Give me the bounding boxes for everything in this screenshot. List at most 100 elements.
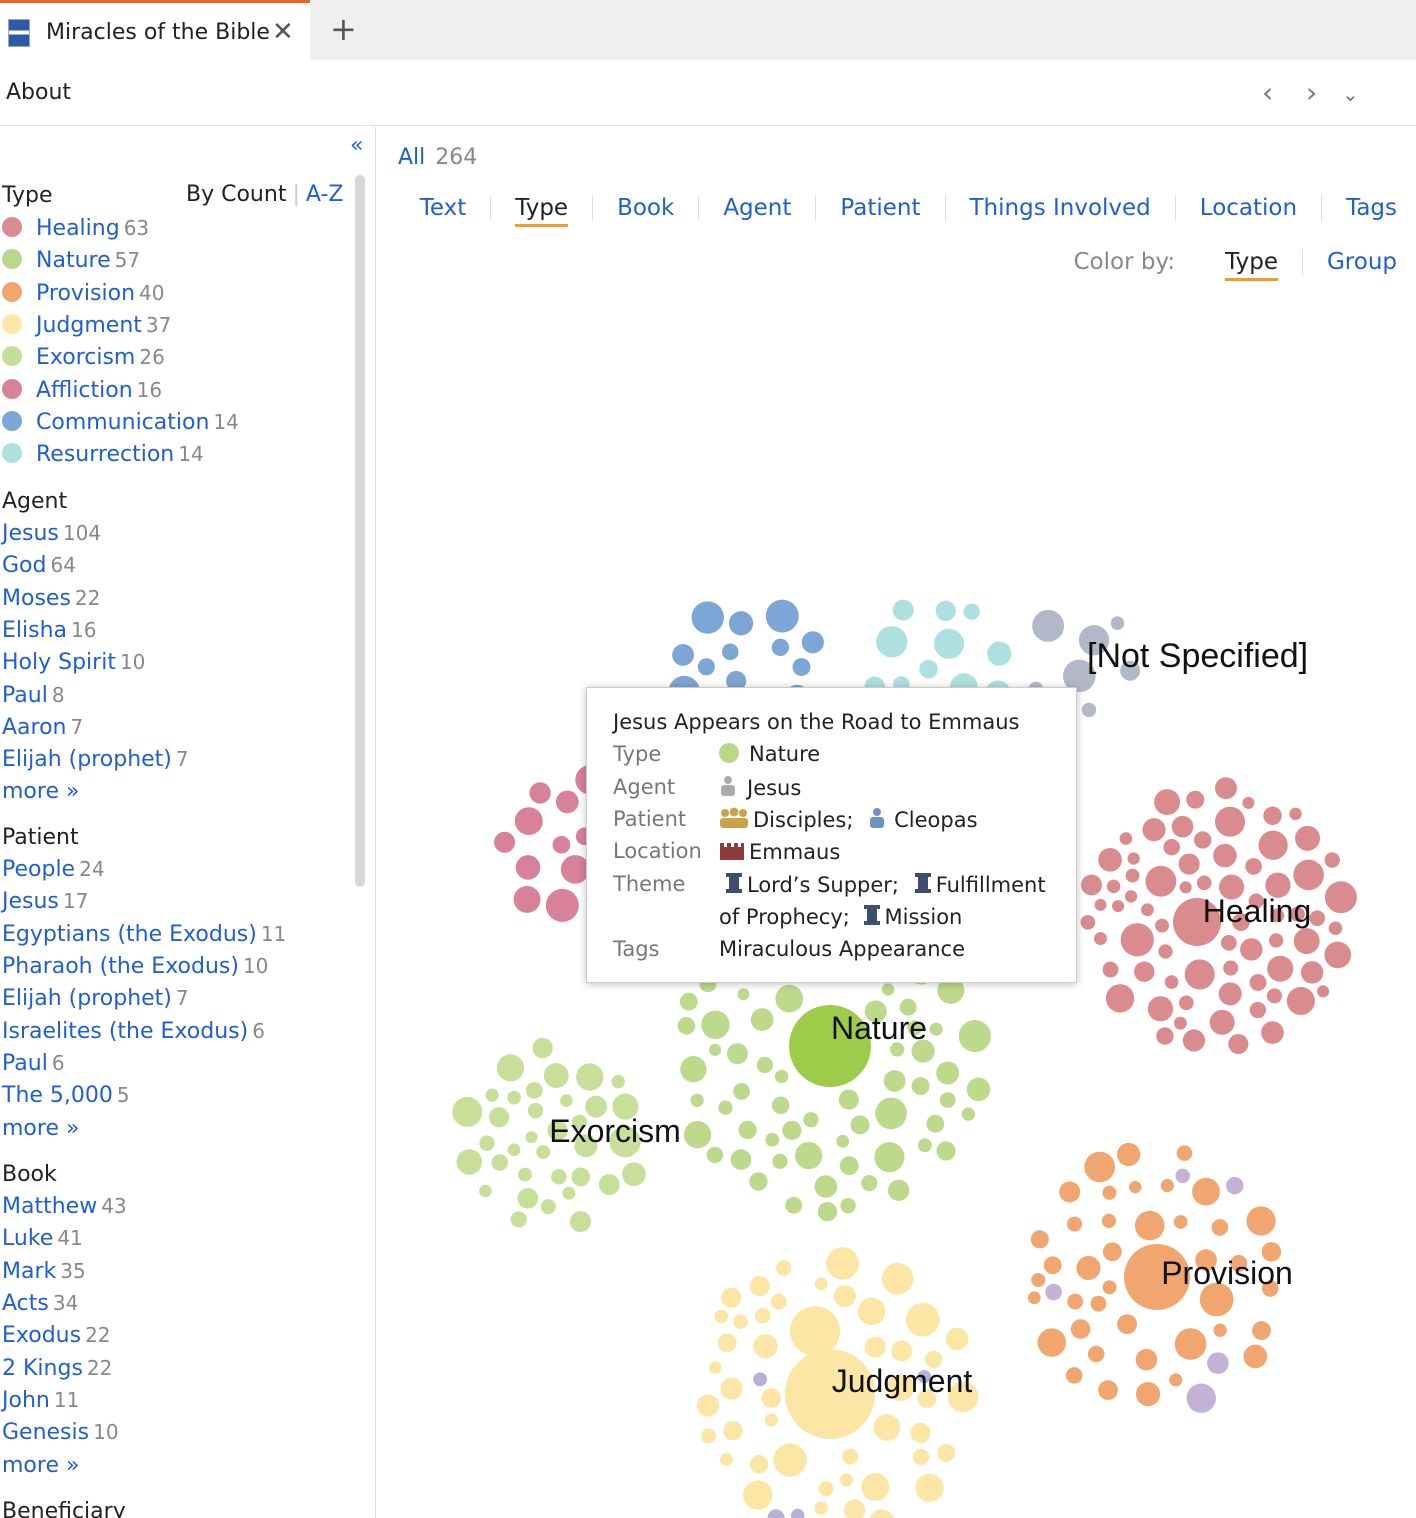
miracle-bubble[interactable] [1186,1383,1216,1413]
type-facet-label[interactable]: Exorcism [36,345,135,370]
miracle-bubble[interactable] [1324,852,1340,868]
miracle-bubble[interactable] [1102,1280,1117,1295]
miracle-bubble[interactable] [696,1394,720,1417]
patient-facet-item[interactable]: Israelites (the Exodus) 6 [2,1019,265,1044]
agent-facet-item[interactable]: Jesus 104 [2,521,101,546]
miracle-bubble[interactable] [540,1199,556,1215]
miracle-bubble[interactable] [1134,1210,1165,1241]
miracle-bubble[interactable] [917,1138,932,1153]
miracle-bubble[interactable] [679,992,698,1011]
miracle-bubble[interactable] [536,1144,551,1159]
miracle-bubble[interactable] [488,1107,510,1128]
miracle-bubble[interactable] [1070,1319,1091,1339]
tab-miracles[interactable]: Miracles of the Bible ✕ [0,0,310,62]
miracle-bubble[interactable] [838,1089,859,1110]
miracle-bubble[interactable] [1142,818,1166,842]
miracle-bubble[interactable] [826,1247,859,1280]
chevron-down-icon[interactable]: ⌄ [1342,82,1359,106]
miracle-bubble[interactable] [1164,975,1179,989]
book-facet-label[interactable]: Exodus [2,1323,81,1348]
miracle-bubble[interactable] [818,1481,834,1497]
add-tab-icon[interactable]: + [330,10,357,48]
miracle-bubble[interactable] [936,1061,960,1085]
patient-facet-label[interactable]: Israelites (the Exodus) [2,1019,248,1044]
miracle-bubble[interactable] [1267,955,1294,982]
miracle-bubble[interactable] [1218,982,1242,1006]
miracle-bubble[interactable] [1240,938,1263,961]
miracle-bubble[interactable] [765,1132,780,1147]
miracle-bubble[interactable] [720,1377,743,1400]
type-facet-label[interactable]: Communication [36,410,209,435]
patient-more-link[interactable]: more » [2,1116,79,1141]
miracle-bubble[interactable] [1223,960,1239,976]
miracle-bubble[interactable] [749,1454,769,1474]
miracle-bubble[interactable] [517,1167,532,1182]
miracle-bubble[interactable] [842,1448,859,1465]
miracle-bubble[interactable] [1245,858,1262,875]
miracle-bubble[interactable] [1171,815,1194,838]
miracle-bubble[interactable] [892,599,914,621]
miracle-bubble[interactable] [1135,1348,1158,1371]
type-facet-label[interactable]: Affliction [36,378,133,403]
miracle-bubble[interactable] [1179,881,1192,894]
book-facet-label[interactable]: Genesis [2,1420,89,1445]
miracle-bubble[interactable] [761,1388,782,1408]
miracle-bubble[interactable] [1116,1142,1141,1167]
miracle-bubble[interactable] [876,626,908,658]
agent-facet-label[interactable]: God [2,553,46,578]
miracle-bubble[interactable] [1125,868,1140,883]
miracle-bubble[interactable] [515,855,541,880]
miracle-bubble[interactable] [496,1054,525,1082]
patient-facet-item[interactable]: Elijah (prophet) 7 [2,986,189,1011]
type-facet-label[interactable]: Judgment [36,313,142,338]
miracle-bubble[interactable] [1124,890,1138,903]
miracle-bubble[interactable] [1252,1321,1272,1340]
miracle-bubble[interactable] [785,1196,803,1214]
miracle-bubble[interactable] [1154,789,1181,816]
miracle-bubble[interactable] [1106,879,1121,894]
miracle-bubble[interactable] [1128,1180,1142,1194]
miracle-bubble[interactable] [1263,806,1282,825]
miracle-bubble[interactable] [912,1448,930,1466]
tab-book[interactable]: Book [593,195,700,221]
miracle-bubble[interactable] [1031,1272,1046,1288]
miracle-bubble[interactable] [1289,807,1302,821]
miracle-bubble[interactable] [1112,900,1125,913]
type-facet-item[interactable]: Exorcism 26 [2,345,165,370]
miracle-bubble[interactable] [1324,881,1357,914]
miracle-bubble[interactable] [1174,1328,1207,1360]
all-link[interactable]: All [398,145,425,170]
miracle-bubble[interactable] [714,1309,729,1324]
miracle-bubble[interactable] [1145,865,1177,897]
type-facet-item[interactable]: Healing 63 [2,216,149,241]
miracle-bubble[interactable] [1269,933,1284,948]
color-by-group[interactable]: Group [1301,249,1397,275]
miracle-bubble[interactable] [881,1262,914,1295]
agent-facet-item[interactable]: Paul 8 [2,683,65,708]
miracle-bubble[interactable] [727,1043,748,1065]
miracle-bubble[interactable] [1098,847,1122,872]
patient-facet-item[interactable]: Egyptians (the Exodus) 11 [2,922,286,947]
miracle-bubble[interactable] [1175,1168,1190,1184]
patient-facet-label[interactable]: The 5,000 [2,1083,113,1108]
miracle-bubble[interactable] [1081,874,1102,896]
miracle-bubble[interactable] [709,1361,722,1374]
miracle-bubble[interactable] [691,601,724,634]
miracle-bubble[interactable] [1196,875,1212,891]
miracle-bubble[interactable] [1317,985,1330,998]
miracle-bubble[interactable] [552,835,571,854]
book-more-link[interactable]: more » [2,1453,79,1478]
miracle-bubble[interactable] [730,1149,752,1170]
miracle-bubble[interactable] [721,643,739,661]
book-facet-item[interactable]: 2 Kings 22 [2,1356,112,1381]
miracle-bubble[interactable] [772,1153,788,1169]
miracle-bubble[interactable] [1176,1145,1193,1161]
book-facet-item[interactable]: Luke 41 [2,1226,83,1251]
miracle-bubble[interactable] [945,1327,969,1351]
patient-facet-label[interactable]: Pharaoh (the Exodus) [2,954,239,979]
miracle-bubble[interactable] [1117,1314,1138,1335]
patient-facet-item[interactable]: The 5,000 5 [2,1083,130,1108]
agent-facet-item[interactable]: God 64 [2,553,76,578]
miracle-bubble[interactable] [1105,984,1135,1013]
patient-facet-label[interactable]: Paul [2,1051,48,1076]
